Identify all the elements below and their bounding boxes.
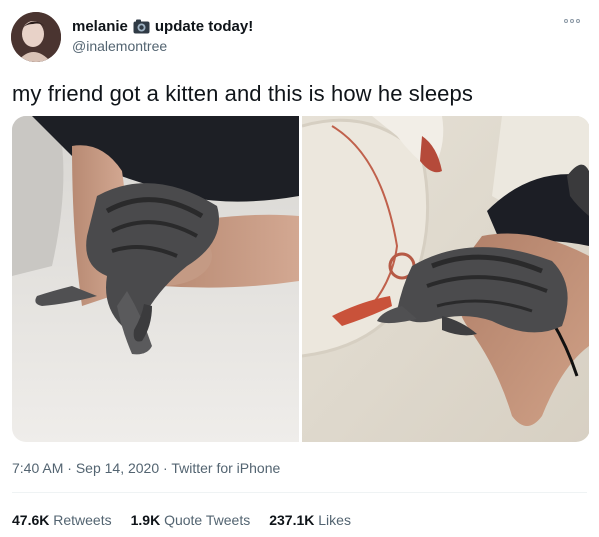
more-options-icon[interactable] — [561, 16, 583, 26]
quotes-label: Quote Tweets — [164, 512, 251, 528]
media-grid — [12, 116, 590, 442]
tweet-time[interactable]: 7:40 AM — [12, 460, 63, 476]
retweets-label: Retweets — [53, 512, 112, 528]
camera-icon — [133, 19, 150, 34]
retweets-stat[interactable]: 47.6K Retweets — [12, 512, 112, 528]
author-name-row: melanie update today! — [72, 16, 253, 36]
meta-separator: · — [67, 460, 72, 476]
tweet: melanie update today! @inalemontree my f… — [0, 0, 599, 537]
display-name-suffix[interactable]: update today! — [155, 18, 253, 35]
display-name[interactable]: melanie — [72, 18, 128, 35]
user-handle[interactable]: @inalemontree — [72, 38, 167, 54]
photo-1[interactable] — [12, 116, 299, 442]
divider — [12, 492, 587, 493]
quote-tweets-stat[interactable]: 1.9K Quote Tweets — [131, 512, 251, 528]
tweet-date[interactable]: Sep 14, 2020 — [76, 460, 159, 476]
retweets-count: 47.6K — [12, 512, 50, 528]
likes-label: Likes — [318, 512, 351, 528]
tweet-meta: 7:40 AM · Sep 14, 2020 · Twitter for iPh… — [12, 460, 280, 476]
engagement-stats: 47.6K Retweets 1.9K Quote Tweets 237.1K … — [12, 512, 351, 528]
avatar[interactable] — [11, 12, 61, 62]
tweet-source[interactable]: Twitter for iPhone — [171, 460, 280, 476]
tweet-text: my friend got a kitten and this is how h… — [12, 81, 473, 106]
meta-separator: · — [163, 460, 168, 476]
likes-stat[interactable]: 237.1K Likes — [269, 512, 351, 528]
quotes-count: 1.9K — [130, 512, 161, 528]
likes-count: 237.1K — [269, 512, 315, 528]
photo-2[interactable] — [302, 116, 589, 442]
